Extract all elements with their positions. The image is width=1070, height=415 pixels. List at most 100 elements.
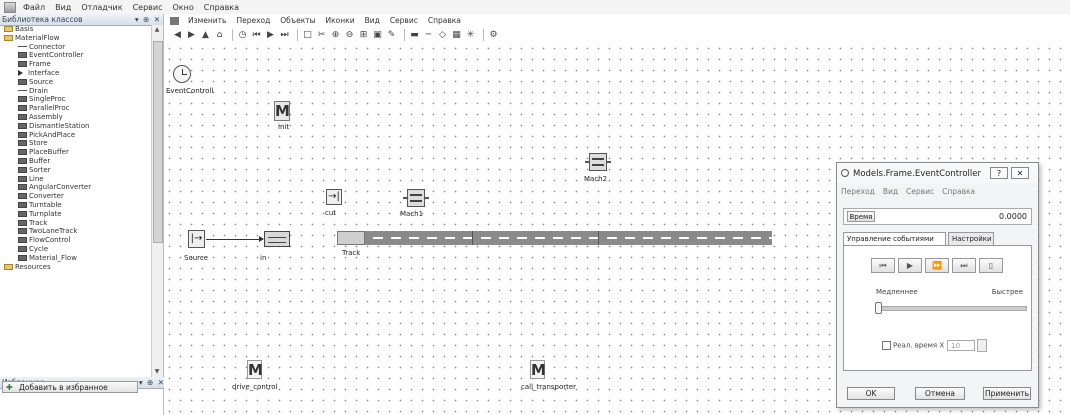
editor-menu-view[interactable]: Вид [360,16,385,25]
scroll-thumb[interactable] [153,41,163,243]
connector-line[interactable] [206,239,262,240]
tree-item-assembly[interactable]: Assembly [0,113,152,122]
step-icon[interactable]: ⏭ [952,258,976,273]
apply-button[interactable]: Применить [983,387,1031,400]
favorites-controls[interactable]: ▾ ⊕ ✕ [139,378,165,387]
editor-menu-objects[interactable]: Объекты [275,16,320,25]
tree-item-store[interactable]: Store [0,139,152,148]
init-method-icon[interactable]: M [274,101,290,121]
grid-icon[interactable]: ⊞ [358,30,369,41]
mach1-singleproc-icon[interactable] [403,189,429,207]
tree-item-parallelproc[interactable]: ParallelProc [0,104,152,113]
edit-icon[interactable]: ✎ [386,30,397,41]
tree-item-drain[interactable]: Drain [0,87,152,96]
editor-menu-icons[interactable]: Иконки [321,16,360,25]
table-icon[interactable]: ▦ [451,30,462,41]
reset-icon[interactable]: ⏮ [251,30,262,41]
class-library-controls[interactable]: ▾ ⊕ ✕ [135,15,161,24]
menu-help[interactable]: Справка [199,3,244,12]
forward-icon[interactable]: ▶ [186,30,197,41]
tree-item-interface[interactable]: Interface [0,69,152,78]
dialog-titlebar[interactable]: Models.Frame.EventController ? ✕ [837,163,1038,183]
close-button[interactable]: ✕ [1011,167,1029,179]
help-button[interactable]: ? [990,167,1008,179]
start-icon[interactable]: ▶ [265,30,276,41]
tree-item-converter[interactable]: Converter [0,192,152,201]
start-icon[interactable]: ▶ [898,258,922,273]
drive-control-method-icon[interactable]: M [247,360,263,379]
zoom-in-icon[interactable]: ⊕ [330,30,341,41]
tab-event-control[interactable]: Управление событиями [843,232,946,246]
layout-icon[interactable]: ▬ [409,30,420,41]
tree-item-turnplate[interactable]: Turnplate [0,210,152,219]
cut-icon[interactable]: ✂ [316,30,327,41]
menu-window[interactable]: Окно [168,3,199,12]
tree-item-buffer[interactable]: Buffer [0,157,152,166]
wizard-icon[interactable]: ✳ [465,30,476,41]
tree-item-source[interactable]: Source [0,78,152,87]
speed-slider-thumb[interactable] [875,302,882,314]
add-to-favorites-button[interactable]: ✚ Добавить в избранное [2,381,138,393]
shape-icon[interactable]: ◇ [437,30,448,41]
tree-item-resources[interactable]: Resources [0,263,152,272]
tree-item-placebuffer[interactable]: PlaceBuffer [0,148,152,157]
editor-menu-navigate[interactable]: Переход [231,16,275,25]
eventcontroller-icon[interactable]: ◷ [237,30,248,41]
line-icon[interactable]: ─ [423,30,434,41]
tree-item-eventcontroller[interactable]: EventController [0,51,152,60]
tree-item-sorter[interactable]: Sorter [0,166,152,175]
tree-item-twolanetrack[interactable]: TwoLaneTrack [0,227,152,236]
realtime-factor-input[interactable]: 10 [947,340,976,351]
tree-item-basis[interactable]: Basis [0,25,152,34]
home-icon[interactable]: ⌂ [214,30,225,41]
step-icon[interactable]: ⏭ [279,30,290,41]
settings-icon[interactable]: ⚙ [488,30,499,41]
mach2-singleproc-icon[interactable] [585,153,611,171]
dialog-menu-tools[interactable]: Сервис [902,187,938,196]
tree-item-flowcontrol[interactable]: FlowControl [0,236,152,245]
new-icon[interactable]: □ [302,30,313,41]
fast-forward-icon[interactable]: ⏩ [925,258,949,273]
tree-item-materialflow[interactable]: MaterialFlow [0,34,152,43]
menu-file[interactable]: Файл [18,3,50,12]
in-line-icon[interactable] [264,231,290,247]
source-icon[interactable]: |→ [188,230,205,248]
ok-button[interactable]: OK [847,387,895,400]
scroll-down-icon[interactable]: ▼ [153,368,161,376]
dialog-menu-help[interactable]: Справка [938,187,979,196]
up-icon[interactable]: ▲ [200,30,211,41]
time-button[interactable]: Время [847,211,875,222]
menu-view[interactable]: Вид [50,3,76,12]
dialog-menu-navigate[interactable]: Переход [837,187,879,196]
reset-icon[interactable]: ⏮ [871,258,895,273]
editor-menu-tools[interactable]: Сервис [385,16,423,25]
menu-tools[interactable]: Сервис [128,3,168,12]
scroll-up-icon[interactable]: ▲ [153,26,161,34]
stop-icon[interactable]: ▯ [979,258,1003,273]
dialog-menu-view[interactable]: Вид [879,187,902,196]
tree-item-frame[interactable]: Frame [0,60,152,69]
speed-slider[interactable] [875,302,1027,314]
tree-item-track[interactable]: Track [0,219,152,228]
realtime-spinner[interactable] [977,339,988,352]
editor-menu-help[interactable]: Справка [423,16,466,25]
tree-item-turntable[interactable]: Turntable [0,201,152,210]
tree-item-dismantlestation[interactable]: DismantleStation [0,122,152,131]
cut-interface-icon[interactable]: →| [326,189,342,205]
eventcontroller-clock-icon[interactable] [173,65,191,83]
cancel-button[interactable]: Отмена [915,387,965,400]
tree-item-angularconverter[interactable]: AngularConverter [0,183,152,192]
tree-item-pickandplace[interactable]: PickAndPlace [0,131,152,140]
call-transporter-method-icon[interactable]: M [530,360,546,379]
tree-item-cycle[interactable]: Cycle [0,245,152,254]
editor-menu-edit[interactable]: Изменить [183,16,231,25]
track-icon[interactable] [337,231,772,245]
tree-item-connector[interactable]: Connector [0,43,152,52]
back-icon[interactable]: ◀ [172,30,183,41]
tree-item-material-flow[interactable]: Material_Flow [0,254,152,263]
tree-scrollbar[interactable]: ▲ ▼ [151,25,163,377]
open-icon[interactable]: ▣ [372,30,383,41]
zoom-out-icon[interactable]: ⊖ [344,30,355,41]
tab-settings[interactable]: Настройки [948,232,994,245]
realtime-checkbox[interactable] [882,341,891,350]
